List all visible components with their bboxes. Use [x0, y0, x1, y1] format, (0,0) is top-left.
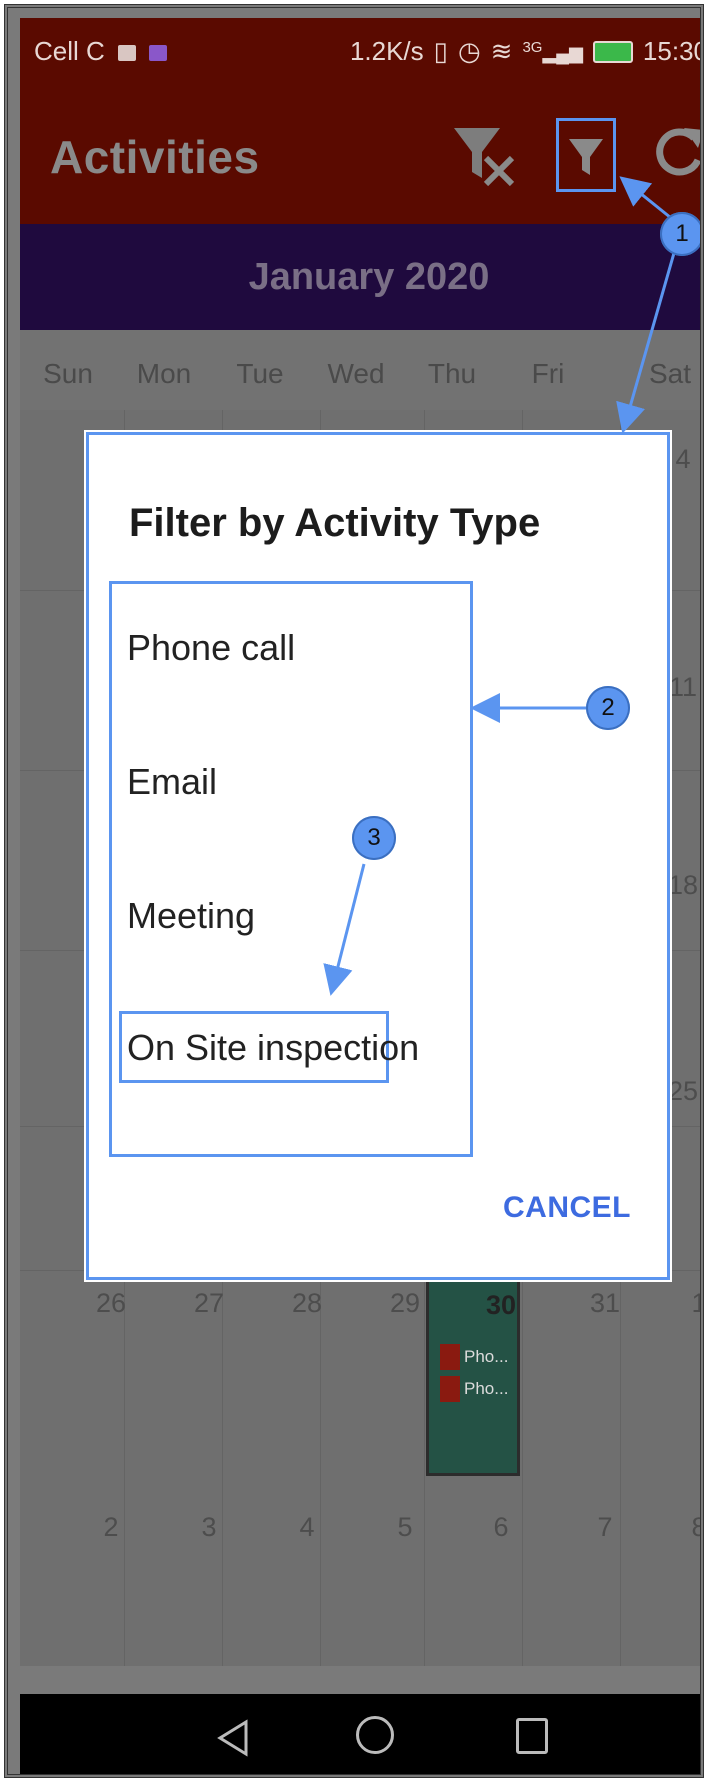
mail-notification-icon [118, 45, 137, 62]
cancel-button[interactable]: CANCEL [503, 1191, 631, 1225]
status-bar-right: 1.2K/s ▯ ◷ ≋ 3G▂▄▆ 15:30 [349, 36, 704, 67]
network-speed: 1.2K/s [349, 36, 424, 66]
filter-icon [569, 139, 603, 175]
alarm-icon: ◷ [457, 36, 481, 66]
status-bar: Cell C 1.2K/s ▯ ◷ ≋ 3G▂▄▆ 15:30 [20, 18, 704, 82]
calendar-date[interactable]: 3 [164, 1512, 254, 1543]
wifi-icon: ≋ [490, 36, 513, 66]
event-label: Pho... [464, 1379, 509, 1398]
weekday-thu: Thu [427, 358, 477, 389]
page-title: Activities [50, 131, 260, 183]
calendar-event[interactable]: Pho... [440, 1342, 508, 1372]
annotation-callout-3: 3 [352, 816, 396, 860]
calendar-date[interactable]: 7 [560, 1512, 650, 1543]
clock: 15:30 [642, 36, 704, 66]
back-icon[interactable] [216, 1718, 250, 1758]
clear-filter-button[interactable] [450, 120, 520, 190]
option-email[interactable]: Email [127, 761, 217, 803]
calendar-event[interactable]: Pho... [440, 1374, 508, 1404]
calendar-date[interactable]: 6 [456, 1512, 546, 1543]
calendar-date[interactable]: 27 [164, 1288, 254, 1319]
weekday-mon: Mon [136, 358, 192, 389]
status-bar-left: Cell C [34, 36, 168, 67]
month-title: January 2020 [248, 256, 490, 298]
network-type: 3G [522, 39, 543, 56]
refresh-button[interactable] [650, 120, 700, 182]
calendar-date[interactable]: 4 [262, 1512, 352, 1543]
weekday-fri: Fri [531, 358, 565, 389]
option-phone-call[interactable]: Phone call [127, 627, 295, 669]
home-icon[interactable] [356, 1716, 394, 1754]
filter-button[interactable] [556, 118, 616, 192]
app-notification-icon [149, 45, 168, 62]
month-header: January 2020 [20, 224, 700, 330]
weekday-sun: Sun [43, 358, 93, 389]
refresh-icon [656, 128, 700, 176]
calendar-date[interactable]: 31 [560, 1288, 650, 1319]
battery-icon [592, 40, 633, 63]
calendar-date[interactable]: 28 [262, 1288, 352, 1319]
weekday-wed: Wed [327, 358, 385, 389]
annotation-callout-1: 1 [660, 212, 700, 256]
calendar-date[interactable]: 29 [360, 1288, 450, 1319]
calendar-date-today[interactable]: 30 [456, 1290, 546, 1321]
option-on-site-inspection[interactable]: On Site inspection [127, 1027, 419, 1069]
event-color-chip [440, 1344, 460, 1370]
carrier-label: Cell C [34, 36, 105, 66]
calendar-date[interactable]: 8 [654, 1512, 700, 1543]
annotation-callout-2: 2 [586, 686, 630, 730]
weekday-sat: Sat [648, 358, 692, 389]
option-meeting[interactable]: Meeting [127, 895, 255, 937]
system-nav-bar [20, 1694, 700, 1774]
calendar-date[interactable]: 1 [654, 1288, 700, 1319]
phone-screen: Cell C 1.2K/s ▯ ◷ ≋ 3G▂▄▆ 15:30 Activiti… [20, 18, 704, 1774]
weekday-tue: Tue [236, 358, 284, 389]
event-label: Pho... [464, 1347, 509, 1366]
vibrate-icon: ▯ [433, 36, 448, 66]
recent-apps-icon[interactable] [516, 1718, 548, 1754]
calendar-date[interactable]: 26 [66, 1288, 156, 1319]
event-color-chip [440, 1376, 460, 1402]
calendar-date[interactable]: 5 [360, 1512, 450, 1543]
signal-icon: 3G▂▄▆ [522, 39, 583, 63]
filter-clear-icon [454, 128, 515, 187]
weekday-row: Sun Mon Tue Wed Thu Fri Sat [20, 330, 700, 410]
dialog-title: Filter by Activity Type [129, 501, 541, 545]
app-toolbar: Activities [20, 82, 700, 224]
calendar-date[interactable]: 2 [66, 1512, 156, 1543]
screenshot-frame: Cell C 1.2K/s ▯ ◷ ≋ 3G▂▄▆ 15:30 Activiti… [4, 4, 704, 1778]
